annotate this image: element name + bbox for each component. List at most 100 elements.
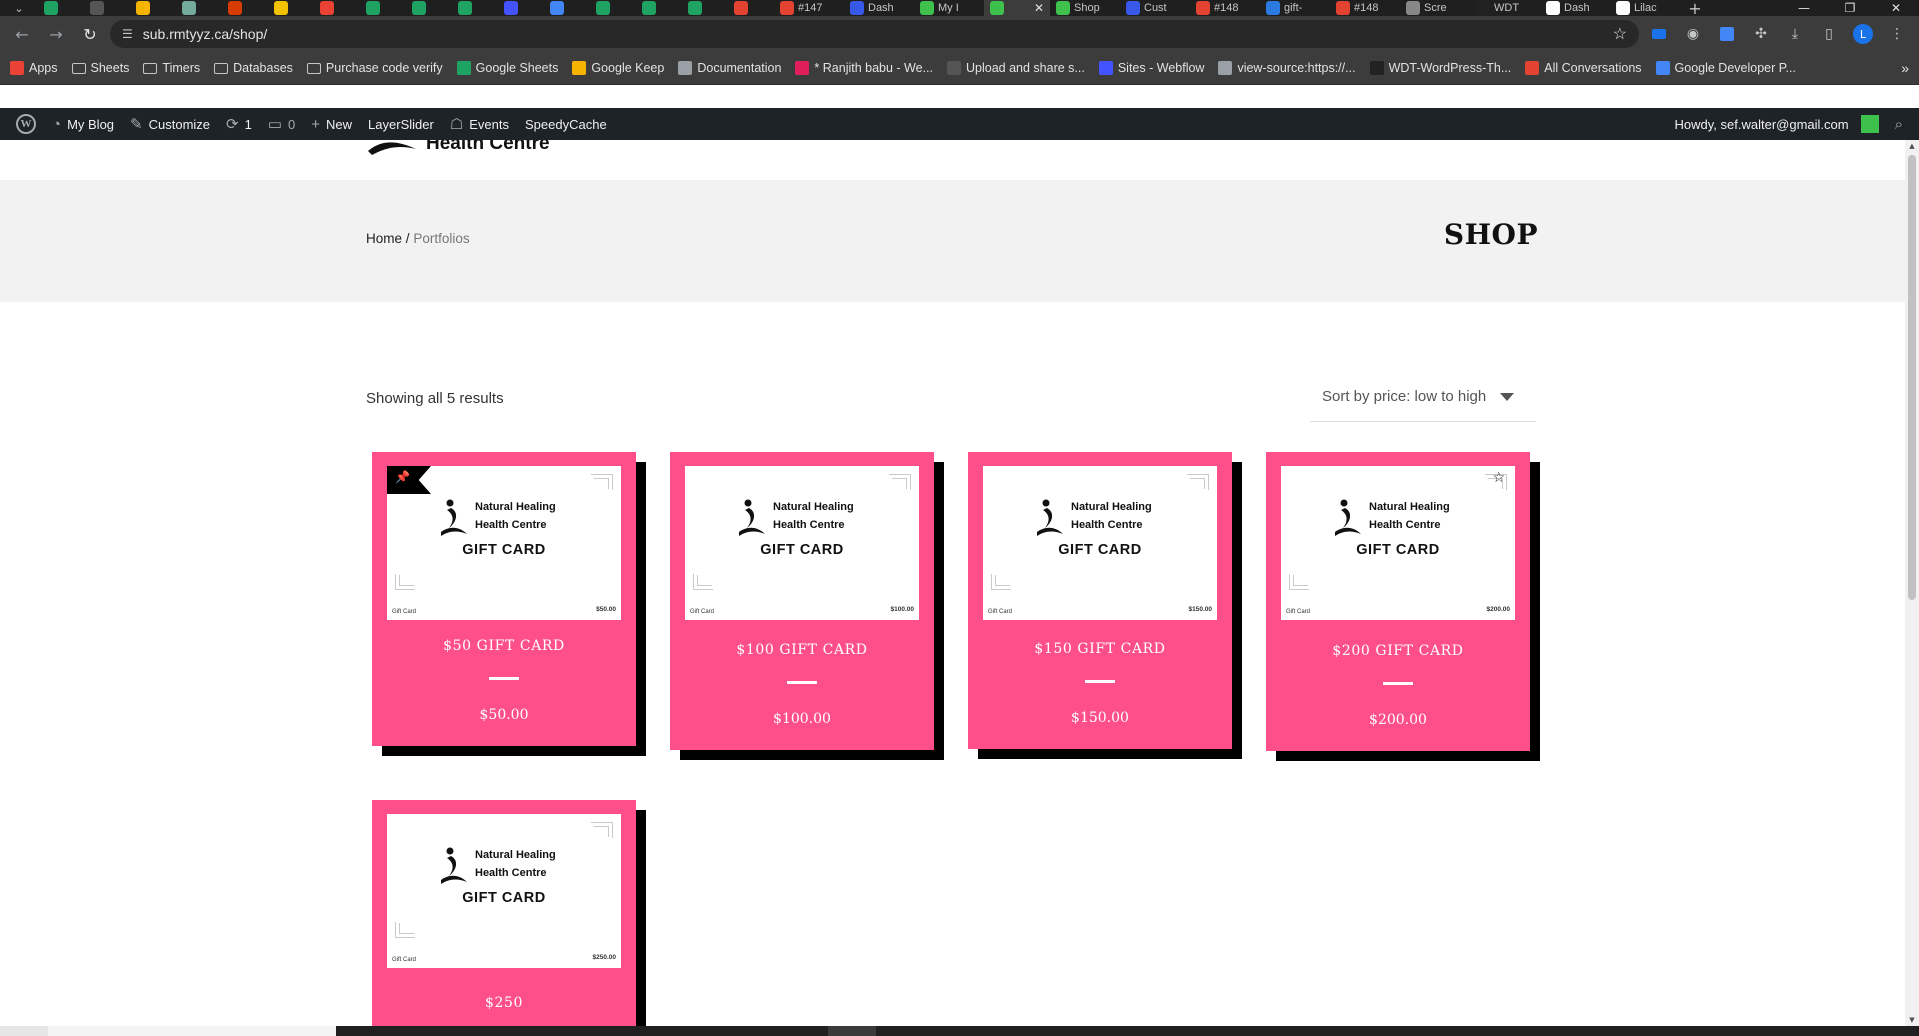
browser-tab[interactable]: #148 bbox=[1330, 0, 1400, 16]
layerslider-menu[interactable]: LayerSlider bbox=[360, 108, 442, 140]
wp-logo-menu[interactable]: W bbox=[8, 108, 44, 140]
browser-tab[interactable] bbox=[682, 0, 728, 16]
chrome-menu-icon[interactable]: ⋮ bbox=[1883, 20, 1911, 48]
download-icon[interactable]: ⤓ bbox=[1781, 20, 1809, 48]
bookmark-item[interactable]: Google Developer P... bbox=[1655, 61, 1796, 75]
browser-tab[interactable] bbox=[268, 0, 314, 16]
scrollbar-thumb[interactable] bbox=[1908, 155, 1916, 600]
tab-search-button[interactable]: ⌄ bbox=[0, 0, 38, 16]
product-title[interactable]: $200 GIFT CARD bbox=[1266, 643, 1530, 659]
browser-tab[interactable]: #148 bbox=[1190, 0, 1260, 16]
bookmark-item[interactable]: Google Sheets bbox=[456, 61, 558, 75]
browser-tab[interactable]: #147 bbox=[774, 0, 844, 16]
bookmark-item[interactable]: * Ranjith babu - We... bbox=[795, 61, 933, 75]
gift-card-image[interactable]: Natural Healing Health Centre GIFT CARD Gif… bbox=[685, 466, 919, 620]
product-title[interactable]: $250 bbox=[372, 995, 636, 1011]
bookmark-item[interactable]: Upload and share s... bbox=[947, 61, 1085, 75]
browser-tab[interactable] bbox=[176, 0, 222, 16]
site-logo[interactable]: Health Centre bbox=[366, 140, 550, 162]
extensions-puzzle-icon[interactable]: ✣ bbox=[1747, 20, 1775, 48]
gift-card-image[interactable]: Natural Healing Health Centre GIFT CARD Gif… bbox=[387, 814, 621, 968]
gift-card-image[interactable]: Natural Healing Health Centre GIFT CARD Gif… bbox=[1281, 466, 1515, 620]
speedycache-menu[interactable]: SpeedyCache bbox=[517, 108, 615, 140]
more-bookmarks-icon[interactable]: » bbox=[1901, 60, 1909, 76]
product-card[interactable]: Natural Healing Health Centre GIFT CARD Gif… bbox=[1266, 452, 1540, 761]
extension-icon[interactable] bbox=[1645, 20, 1673, 48]
browser-tab[interactable]: ✕ bbox=[984, 0, 1050, 16]
gift-card-image[interactable]: Natural Healing Health Centre GIFT CARD Gif… bbox=[387, 466, 621, 620]
bookmark-item[interactable]: Documentation bbox=[678, 61, 781, 75]
browser-tab[interactable] bbox=[590, 0, 636, 16]
bookmark-item[interactable]: Google Keep bbox=[572, 61, 664, 75]
side-panel-icon[interactable]: ▯ bbox=[1815, 20, 1843, 48]
admin-search-icon[interactable]: ⌕ bbox=[1887, 108, 1911, 140]
camera-icon[interactable]: ◉ bbox=[1679, 20, 1707, 48]
product-title[interactable]: $50 GIFT CARD bbox=[372, 638, 636, 654]
browser-tab[interactable]: Dash bbox=[844, 0, 914, 16]
bookmark-item[interactable]: Databases bbox=[214, 61, 293, 75]
bookmark-star-icon[interactable]: ☆ bbox=[1613, 24, 1627, 44]
browser-tab[interactable] bbox=[314, 0, 360, 16]
reload-icon[interactable]: ↻ bbox=[76, 20, 104, 48]
profile-avatar[interactable]: L bbox=[1849, 20, 1877, 48]
comments-link[interactable]: ▭ 0 bbox=[260, 108, 303, 140]
events-menu[interactable]: ☖ Events bbox=[442, 108, 517, 140]
taskbar-search[interactable] bbox=[48, 1026, 336, 1036]
translate-icon[interactable] bbox=[1713, 20, 1741, 48]
browser-tab[interactable] bbox=[452, 0, 498, 16]
browser-tab[interactable] bbox=[222, 0, 268, 16]
sort-select[interactable]: Sort by price: low to high bbox=[1310, 372, 1536, 422]
page-scrollbar[interactable]: ▲ ▼ bbox=[1905, 140, 1919, 1026]
browser-tab[interactable]: WDT bbox=[1470, 0, 1540, 16]
browser-tab[interactable] bbox=[544, 0, 590, 16]
browser-tab[interactable]: Lilac bbox=[1610, 0, 1680, 16]
browser-tab[interactable] bbox=[498, 0, 544, 16]
minimize-icon[interactable]: — bbox=[1781, 0, 1827, 16]
browser-tab[interactable]: Scre bbox=[1400, 0, 1470, 16]
new-tab-button[interactable]: + bbox=[1680, 0, 1710, 18]
bookmark-item[interactable]: Timers bbox=[143, 61, 200, 75]
address-bar[interactable]: ☰ sub.rmtyyz.ca/shop/ ☆ bbox=[110, 20, 1639, 48]
browser-tab[interactable] bbox=[360, 0, 406, 16]
close-tab-icon[interactable]: ✕ bbox=[1034, 1, 1044, 15]
product-title[interactable]: $150 GIFT CARD bbox=[968, 641, 1232, 657]
start-button[interactable] bbox=[0, 1026, 48, 1036]
browser-tab[interactable] bbox=[130, 0, 176, 16]
new-content-menu[interactable]: + New bbox=[303, 108, 360, 140]
taskbar-active-app[interactable] bbox=[828, 1026, 876, 1036]
customize-link[interactable]: ✎ Customize bbox=[122, 108, 218, 140]
product-card[interactable]: Natural Healing Health Centre GIFT CARD Gif… bbox=[670, 452, 944, 760]
browser-tab[interactable] bbox=[38, 0, 84, 16]
browser-tab[interactable] bbox=[84, 0, 130, 16]
breadcrumb-home-link[interactable]: Home bbox=[366, 231, 402, 246]
product-card[interactable]: Natural Healing Health Centre GIFT CARD Gif… bbox=[372, 452, 646, 756]
bookmark-item[interactable]: Sites - Webflow bbox=[1098, 61, 1204, 75]
browser-tab[interactable]: Shop bbox=[1050, 0, 1120, 16]
product-title[interactable]: $100 GIFT CARD bbox=[670, 642, 934, 658]
bookmark-item[interactable]: Purchase code verify bbox=[306, 61, 443, 75]
scroll-up-icon[interactable]: ▲ bbox=[1908, 142, 1916, 150]
product-card[interactable]: Natural Healing Health Centre GIFT CARD Gif… bbox=[968, 452, 1242, 759]
browser-tab[interactable]: gift- bbox=[1260, 0, 1330, 16]
star-icon[interactable]: ☆ bbox=[1492, 470, 1505, 486]
site-info-icon[interactable]: ☰ bbox=[122, 27, 133, 41]
browser-tab[interactable] bbox=[406, 0, 452, 16]
browser-tab[interactable] bbox=[636, 0, 682, 16]
updates-link[interactable]: ⟳ 1 bbox=[218, 108, 260, 140]
browser-tab[interactable]: My I bbox=[914, 0, 984, 16]
back-icon[interactable]: ← bbox=[8, 20, 36, 48]
bookmark-item[interactable]: All Conversations bbox=[1525, 61, 1642, 75]
site-name-menu[interactable]: ◔ My Blog bbox=[44, 108, 122, 140]
bookmark-item[interactable]: view-source:https://... bbox=[1218, 61, 1356, 75]
gift-card-image[interactable]: Natural Healing Health Centre GIFT CARD Gif… bbox=[983, 466, 1217, 620]
bookmark-item[interactable]: WDT-WordPress-Th... bbox=[1369, 61, 1511, 75]
browser-tab[interactable] bbox=[728, 0, 774, 16]
restore-icon[interactable]: ❐ bbox=[1827, 0, 1873, 16]
bookmark-item[interactable]: Sheets bbox=[71, 61, 129, 75]
product-card[interactable]: Natural Healing Health Centre GIFT CARD Gif… bbox=[372, 800, 646, 1026]
browser-tab[interactable]: Cust bbox=[1120, 0, 1190, 16]
my-account-menu[interactable]: Howdy, sef.walter@gmail.com bbox=[1667, 108, 1887, 140]
bookmark-item[interactable]: Apps bbox=[10, 61, 58, 75]
scroll-down-icon[interactable]: ▼ bbox=[1908, 1016, 1916, 1024]
forward-icon[interactable]: → bbox=[42, 20, 70, 48]
